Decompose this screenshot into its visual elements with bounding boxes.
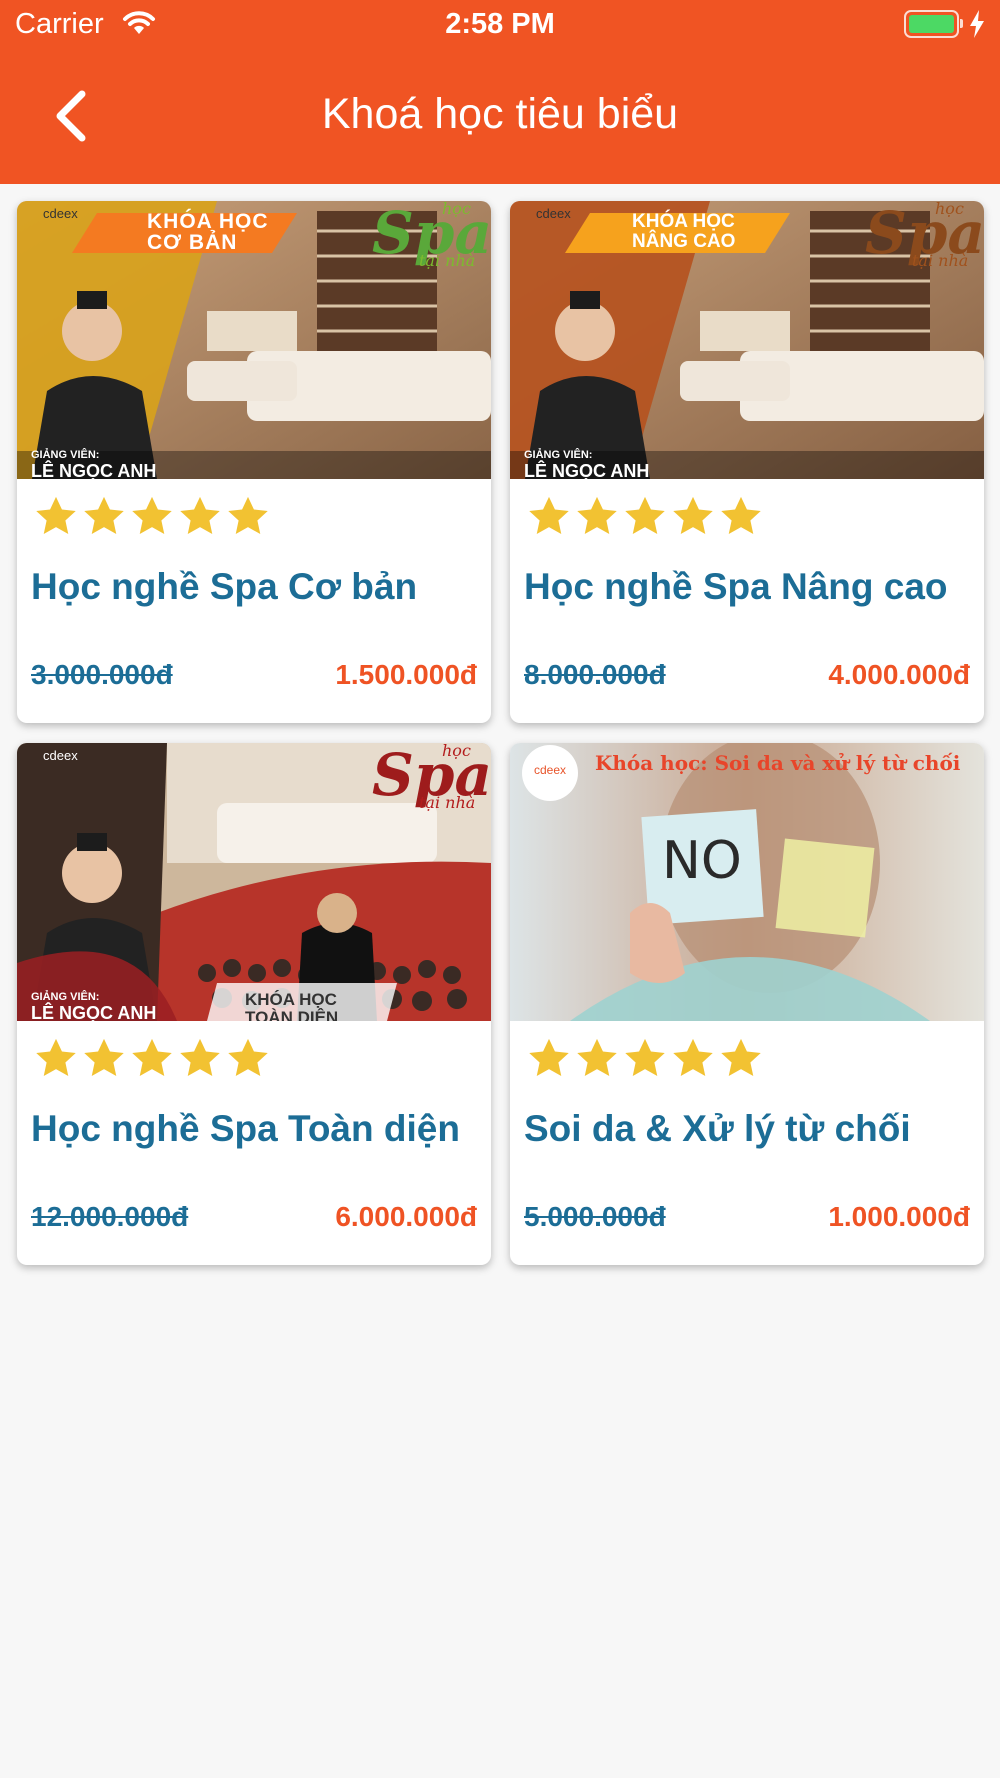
star-icon [529,1038,569,1077]
star-icon [36,1038,76,1077]
sale-price: 4.000.000đ [828,659,970,690]
star-icon [180,1038,220,1077]
star-icon [36,496,76,535]
rating-stars [526,1036,764,1084]
old-price: 5.000.000đ [524,1201,666,1232]
banner-spa-bottom: tại nhà [419,793,476,812]
banner-note-text: NO [662,831,742,891]
star-icon [84,496,124,535]
course-title: Soi da & Xử lý từ chối [524,1108,911,1149]
page-title: Khoá học tiêu biểu [321,90,679,138]
banner-spa-bottom: tại nhà [419,251,476,270]
rating-stars [33,1036,271,1084]
lecturer-label: GIẢNG VIÊN: [524,449,593,461]
course-thumbnail: cdeex KHÓA HỌC NÂNG CAO học Spa tại nhà … [510,201,984,479]
brand-logo: cdeex [534,763,567,777]
banner-badge-line2: NÂNG CAO [632,231,736,252]
course-thumbnail: cdeex KHÓA HỌC CƠ BẢN học Spa tại nhà GI… [17,201,491,479]
lecturer-name: LÊ NGỌC ANH [31,461,157,479]
banner-spa-bottom: tại nhà [912,251,969,270]
course-card-advanced[interactable]: cdeex KHÓA HỌC NÂNG CAO học Spa tại nhà … [510,201,984,723]
charging-bolt-icon [969,10,985,46]
star-icon [132,496,172,535]
course-card-basic[interactable]: cdeex KHÓA HỌC CƠ BẢN học Spa tại nhà GI… [17,201,491,723]
banner-badge-line1: KHÓA HỌC [245,990,337,1009]
status-bar: Carrier 2:58 PM [0,0,1000,52]
brand-logo: cdeex [43,748,78,763]
star-icon [673,496,713,535]
star-icon [84,1038,124,1077]
star-icon [721,1038,761,1077]
banner-headline: Khóa học: Soi da và xử lý từ chối [595,751,961,775]
course-card-comprehensive[interactable]: cdeex học Spa tại nhà KHÓA HỌC TOÀN DIỆN… [17,743,491,1265]
star-icon [625,1038,665,1077]
old-price: 8.000.000đ [524,659,666,690]
battery-nub [960,19,963,28]
brand-logo: cdeex [43,206,78,221]
star-icon [529,496,569,535]
status-time: 2:58 PM [445,8,555,40]
sale-price: 1.000.000đ [828,1201,970,1232]
lecturer-label: GIẢNG VIÊN: [31,991,100,1003]
star-icon [228,496,268,535]
star-icon [180,496,220,535]
rating-stars [526,494,764,542]
course-thumbnail: cdeex Khóa học: Soi da và xử lý từ chối … [510,743,984,1021]
course-card-skin-analysis[interactable]: cdeex Khóa học: Soi da và xử lý từ chối … [510,743,984,1265]
star-icon [625,496,665,535]
course-title: Học nghề Spa Toàn diện [31,1108,460,1149]
star-icon [721,496,761,535]
rating-stars [33,494,271,542]
course-title: Học nghề Spa Nâng cao [524,566,948,607]
banner-badge-line2: CƠ BẢN [147,231,238,254]
sale-price: 6.000.000đ [335,1201,477,1232]
course-title: Học nghề Spa Cơ bản [31,566,418,607]
lecturer-name: LÊ NGỌC ANH [31,1003,157,1021]
brand-logo: cdeex [536,206,571,221]
lecturer-name: LÊ NGỌC ANH [524,461,650,479]
star-icon [577,1038,617,1077]
sale-price: 1.500.000đ [335,659,477,690]
banner-badge-line2: TOÀN DIỆN [245,1008,339,1021]
course-thumbnail: cdeex học Spa tại nhà KHÓA HỌC TOÀN DIỆN… [17,743,491,1021]
old-price: 3.000.000đ [31,659,173,690]
old-price: 12.000.000đ [31,1201,189,1232]
nav-header: Carrier 2:58 PM Khoá học tiêu biểu [0,0,1000,184]
star-icon [673,1038,713,1077]
star-icon [132,1038,172,1077]
star-icon [228,1038,268,1077]
lecturer-label: GIẢNG VIÊN: [31,449,100,461]
banner-badge-line1: KHÓA HỌC [632,211,735,232]
battery-icon [904,10,959,38]
star-icon [577,496,617,535]
